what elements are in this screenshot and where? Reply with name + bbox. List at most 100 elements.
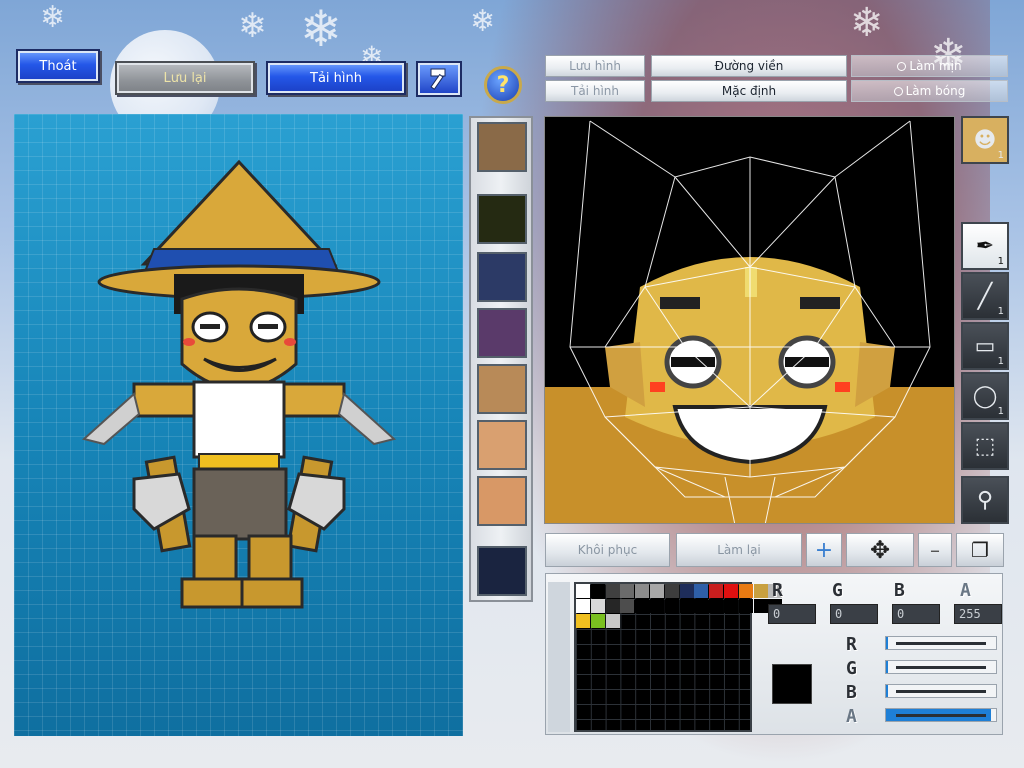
palette-swatch[interactable]: [650, 584, 664, 598]
move-button[interactable]: ✥: [846, 533, 914, 567]
reload-button[interactable]: Tải hình: [266, 61, 406, 95]
face-preview-tool[interactable]: ☻ 1: [961, 116, 1009, 164]
rectangle-tool[interactable]: ▭ 1: [961, 322, 1009, 370]
slot-hat[interactable]: [477, 252, 527, 302]
palette-swatch[interactable]: [724, 584, 738, 598]
face-texture: [545, 117, 954, 523]
palette-swatch[interactable]: [620, 584, 635, 598]
select-tool[interactable]: ⬚: [961, 422, 1009, 470]
r-slider-label: R: [846, 634, 857, 655]
g-value-field[interactable]: 0: [830, 604, 878, 624]
a-slider-label: A: [846, 706, 857, 727]
slot-purple-hair[interactable]: [477, 308, 527, 358]
ellipse-tool[interactable]: ◯ 1: [961, 372, 1009, 420]
palette-swatch[interactable]: [590, 599, 605, 613]
exit-button[interactable]: Thoát: [16, 49, 100, 83]
snowflake-icon: ❄: [40, 0, 66, 35]
redo-button[interactable]: Làm lại: [676, 533, 802, 567]
line-tool[interactable]: ╱ 1: [961, 272, 1009, 320]
b-value-field[interactable]: 0: [892, 604, 940, 624]
character-3d-viewport[interactable]: [14, 114, 463, 736]
pen-tool[interactable]: ✒ 1: [961, 222, 1009, 270]
r-value-field[interactable]: 0: [768, 604, 816, 624]
ellipse-count: 1: [997, 406, 1004, 417]
palette-swatch[interactable]: [605, 584, 620, 598]
r-channel-label: R: [772, 580, 783, 601]
default-button[interactable]: Mặc định: [651, 80, 847, 102]
palette-swatch[interactable]: [679, 584, 694, 598]
palette-swatch[interactable]: [753, 599, 768, 613]
palette-swatch[interactable]: [576, 584, 590, 598]
default-label: Mặc định: [721, 84, 777, 98]
save-button[interactable]: Lưu lại: [115, 61, 255, 95]
load-image-button[interactable]: Tải hình: [545, 80, 645, 102]
layers-button[interactable]: ❐: [956, 533, 1004, 567]
g-slider[interactable]: [885, 660, 997, 674]
palette-swatch[interactable]: [635, 599, 650, 613]
palette-swatch[interactable]: [605, 614, 620, 628]
slot-empty-navy[interactable]: [477, 546, 527, 596]
line-count: 1: [997, 306, 1004, 317]
rectangle-icon: ▭: [974, 333, 996, 359]
palette-swatch[interactable]: [753, 584, 768, 598]
restore-button[interactable]: Khôi phục: [545, 533, 670, 567]
help-button[interactable]: ?: [484, 66, 522, 104]
outline-button[interactable]: Đường viền: [651, 55, 847, 77]
a-value-field[interactable]: 255: [954, 604, 1002, 624]
palette-swatch[interactable]: [635, 584, 650, 598]
current-color-swatch[interactable]: [772, 664, 812, 704]
rectangle-count: 1: [997, 356, 1004, 367]
slot-face-2[interactable]: [477, 420, 527, 470]
a-slider-track: [896, 714, 986, 717]
palette-swatch[interactable]: [605, 599, 620, 613]
slot-empty-dark[interactable]: [477, 194, 527, 244]
smooth-label: Làm mịn: [909, 59, 962, 73]
palette-swatch[interactable]: [694, 599, 709, 613]
outline-label: Đường viền: [714, 59, 784, 73]
g-slider-track: [896, 666, 986, 669]
hammer-button[interactable]: [416, 61, 462, 97]
snowflake-icon: ❄: [300, 0, 342, 58]
palette-swatch[interactable]: [724, 599, 738, 613]
palette-swatch[interactable]: [738, 599, 753, 613]
a-channel-label: A: [960, 580, 971, 601]
b-slider[interactable]: [885, 684, 997, 698]
smooth-radio-icon: [897, 61, 907, 71]
palette-swatch[interactable]: [576, 614, 590, 628]
minus-button[interactable]: –: [918, 533, 952, 567]
palette-swatch[interactable]: [620, 599, 635, 613]
eyedropper-tool[interactable]: ⚲: [961, 476, 1009, 524]
slot-face-character[interactable]: [477, 122, 527, 172]
load-image-label: Tải hình: [571, 84, 619, 98]
smooth-button[interactable]: Làm mịn: [851, 55, 1008, 77]
palette-swatch[interactable]: [679, 599, 694, 613]
b-slider-fill: [886, 685, 889, 697]
palette-swatch[interactable]: [590, 584, 605, 598]
palette-swatch[interactable]: [694, 584, 709, 598]
palette-swatch[interactable]: [576, 599, 590, 613]
line-icon: ╱: [977, 282, 993, 310]
slot-face-3[interactable]: [477, 476, 527, 526]
plus-icon: +: [814, 537, 834, 563]
palette-grid[interactable]: [574, 582, 783, 732]
palette-swatch[interactable]: [709, 584, 724, 598]
tool-column: ☻ 1 ✒ 1 ╱ 1 ▭ 1 ◯ 1 ⬚ ⚲: [958, 116, 1012, 528]
slot-face-1[interactable]: [477, 364, 527, 414]
palette-tabs[interactable]: [548, 582, 570, 732]
r-slider[interactable]: [885, 636, 997, 650]
palette-swatch[interactable]: [709, 599, 724, 613]
shade-radio-icon: [893, 86, 903, 96]
palette-swatch[interactable]: [664, 584, 679, 598]
save-button-label: Lưu lại: [163, 70, 207, 86]
redo-label: Làm lại: [717, 543, 761, 557]
palette-swatch[interactable]: [650, 599, 664, 613]
texture-editor-canvas[interactable]: [544, 116, 955, 524]
add-button[interactable]: +: [806, 533, 842, 567]
help-icon: ?: [496, 72, 510, 98]
palette-swatch[interactable]: [590, 614, 605, 628]
save-image-button[interactable]: Lưu hình: [545, 55, 645, 77]
a-slider[interactable]: [885, 708, 997, 722]
palette-swatch[interactable]: [738, 584, 753, 598]
shade-button[interactable]: Làm bóng: [851, 80, 1008, 102]
palette-swatch[interactable]: [664, 599, 679, 613]
